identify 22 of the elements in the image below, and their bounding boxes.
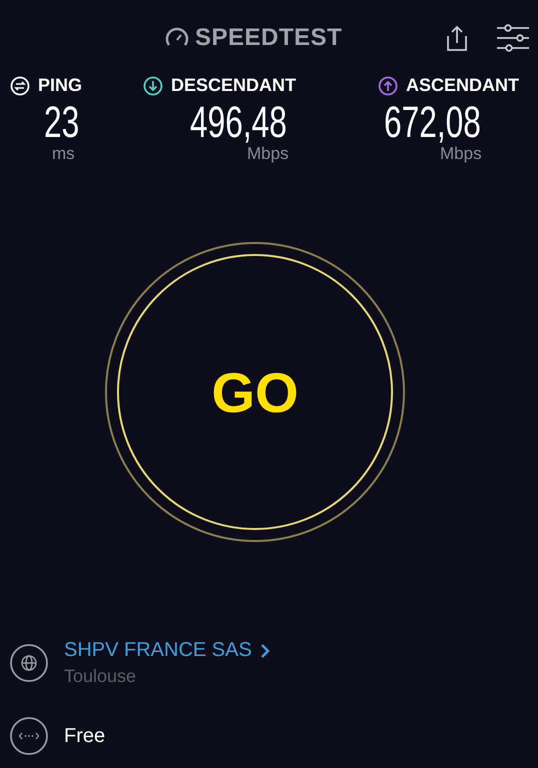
connection-icon <box>10 717 48 755</box>
upload-icon <box>378 76 398 96</box>
app-logo: SPEEDTEST <box>195 24 342 52</box>
chevron-icon <box>260 644 270 658</box>
share-icon[interactable] <box>446 24 468 52</box>
metric-label: DESCENDANT <box>171 75 296 96</box>
metric-unit: ms <box>52 144 75 164</box>
ping-icon <box>10 76 30 96</box>
globe-icon <box>10 644 48 682</box>
server-location: Toulouse <box>64 666 138 687</box>
provider-name: Free <box>64 724 106 748</box>
metric-value: 23 <box>44 100 80 146</box>
metric-label: ASCENDANT <box>406 75 520 96</box>
metric-unit: Mbps <box>440 144 482 164</box>
metric-label: PING <box>38 75 82 96</box>
settings-icon[interactable] <box>496 24 530 52</box>
metric-value: 496,48 <box>190 100 287 146</box>
go-button[interactable]: GO <box>105 242 405 542</box>
metric-value: 672,08 <box>384 100 481 146</box>
metric-unit: Mbps <box>247 144 289 164</box>
server-link[interactable]: SHPV FRANCE SAS <box>64 639 270 662</box>
download-icon <box>143 76 163 96</box>
